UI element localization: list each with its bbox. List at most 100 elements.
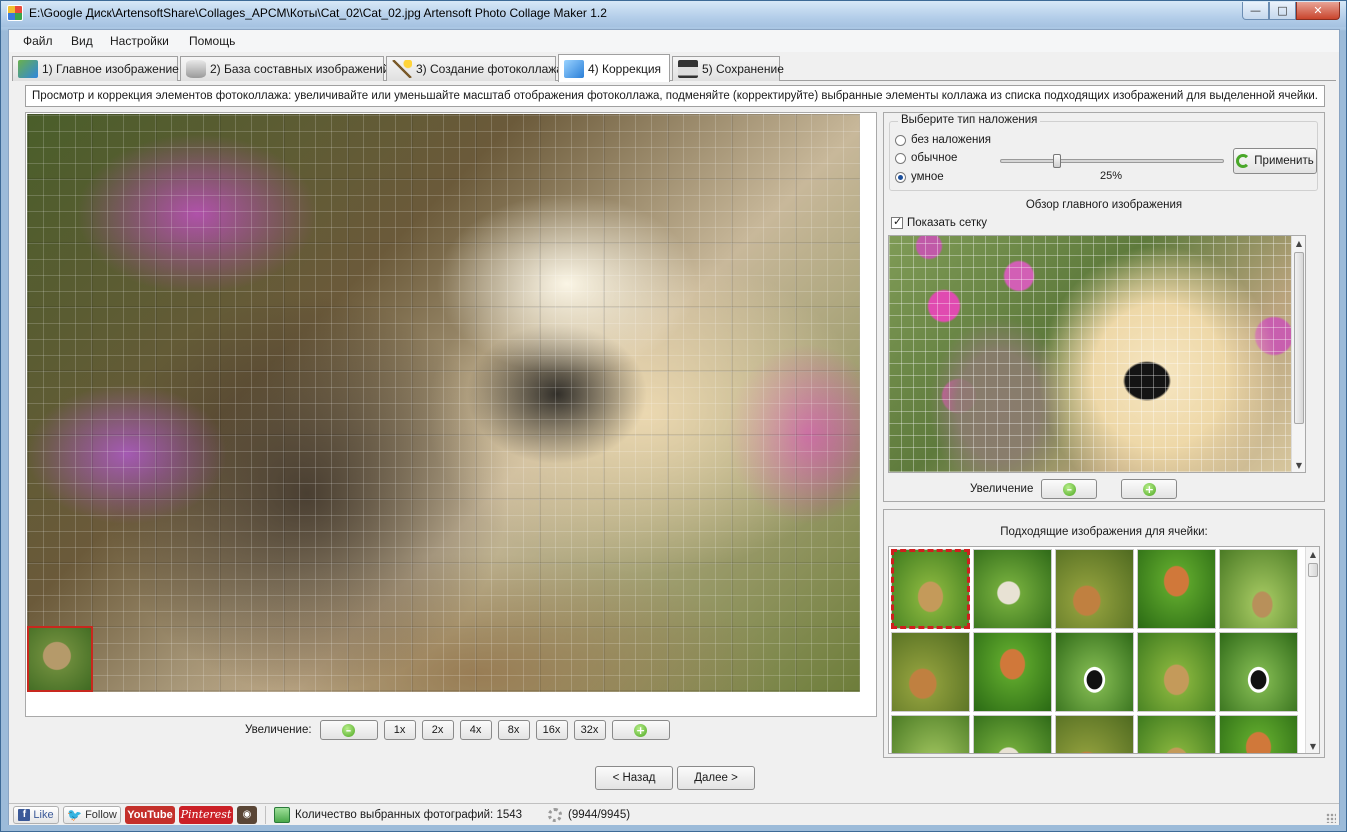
thumbnail[interactable]: [973, 549, 1052, 629]
apply-label: Применить: [1254, 155, 1314, 167]
maximize-button[interactable]: □: [1269, 2, 1296, 20]
plus-icon: +: [1142, 482, 1156, 496]
selected-collage-cell[interactable]: [27, 626, 93, 692]
instagram-icon[interactable]: ◉: [237, 805, 257, 824]
tab-create-collage[interactable]: 3) Создание фотоколлажа: [386, 56, 563, 81]
thumbnail[interactable]: [1137, 549, 1216, 629]
zoom-1x-button[interactable]: 1x: [383, 720, 416, 740]
overlay-and-overview-panel: Выберите тип наложения без наложения обы…: [883, 112, 1325, 502]
floppy-disk-icon: [678, 60, 698, 78]
wizard-navigation: < Назад Далее >: [595, 766, 755, 790]
matching-images-list[interactable]: ▲ ▼: [888, 546, 1320, 754]
app-logo-icon: [7, 5, 23, 21]
plus-icon: +: [634, 723, 648, 737]
tab-label: 2) База составных изображений: [210, 62, 390, 76]
close-button[interactable]: ✕: [1296, 2, 1340, 20]
radio-normal-overlay[interactable]: обычное: [895, 152, 957, 164]
collage-image[interactable]: [27, 114, 860, 692]
overview-zoom-out-button[interactable]: –: [1041, 479, 1098, 499]
thumbnail[interactable]: [1219, 715, 1298, 753]
scroll-down-icon[interactable]: ▼: [1306, 739, 1319, 753]
thumbnail[interactable]: [973, 632, 1052, 712]
matching-images-title: Подходящие изображения для ячейки:: [1000, 526, 1208, 538]
zoom-in-button[interactable]: +: [611, 720, 670, 740]
scroll-thumb[interactable]: [1308, 563, 1318, 577]
collage-view[interactable]: [25, 112, 877, 717]
matching-images-panel: Подходящие изображения для ячейки: ▲ ▼: [883, 509, 1325, 758]
tab-correction[interactable]: 4) Коррекция: [558, 54, 670, 82]
title-bar: E:\Google Диск\ArtensoftShare\Collages_A…: [1, 1, 1346, 27]
step-description: Просмотр и коррекция элементов фотоколла…: [25, 85, 1325, 107]
facebook-label: Like: [33, 808, 54, 821]
overview-zoom-label: Увеличение: [970, 483, 1034, 495]
zoom-2x-button[interactable]: 2x: [421, 720, 454, 740]
zoom-16x-button[interactable]: 16x: [535, 720, 568, 740]
thumbnail-grid: [891, 549, 1298, 753]
slider-thumb[interactable]: [1053, 154, 1061, 168]
zoom-32x-button[interactable]: 32x: [573, 720, 606, 740]
show-grid-checkbox[interactable]: Показать сетку: [891, 215, 988, 229]
database-icon: [186, 60, 206, 78]
menu-view[interactable]: Вид: [71, 34, 93, 48]
minus-icon: –: [1062, 482, 1076, 496]
thumbnail[interactable]: [1055, 632, 1134, 712]
radio-smart-overlay[interactable]: умное: [895, 171, 944, 183]
apply-button[interactable]: Применить: [1233, 148, 1317, 174]
resize-grip-icon[interactable]: [1326, 813, 1336, 823]
window-controls: — □ ✕: [1242, 2, 1340, 20]
show-grid-label: Показать сетку: [907, 217, 988, 229]
twitter-follow-button[interactable]: 🐦 Follow: [63, 805, 121, 824]
radio-label: умное: [911, 171, 944, 183]
facebook-like-button[interactable]: f Like: [13, 805, 59, 824]
tab-label: 5) Сохранение: [702, 62, 784, 76]
zoom-label: Увеличение:: [245, 724, 312, 736]
tab-label: 1) Главное изображение: [42, 62, 179, 76]
thumbnail[interactable]: [1137, 632, 1216, 712]
thumbnail[interactable]: [891, 632, 970, 712]
loading-spinner-icon: [548, 807, 563, 822]
thumbnail[interactable]: [1137, 715, 1216, 753]
photo-count-text: Количество выбранных фотографий: 1543: [295, 808, 523, 821]
thumbnail[interactable]: [973, 715, 1052, 753]
radio-label: без наложения: [911, 134, 992, 146]
main-image-preview[interactable]: ▲ ▼: [888, 235, 1306, 473]
overlay-slider[interactable]: [1000, 154, 1224, 168]
tab-save[interactable]: 5) Сохранение: [672, 56, 784, 81]
menu-bar: Файл Вид Настройки Помощь: [9, 30, 1339, 52]
back-button[interactable]: < Назад: [595, 766, 673, 790]
progress-text: (9944/9945): [568, 808, 631, 821]
menu-help[interactable]: Помощь: [189, 34, 235, 48]
radio-label: обычное: [911, 152, 958, 164]
tab-image-database[interactable]: 2) База составных изображений: [180, 56, 389, 81]
refresh-icon: [1236, 154, 1251, 168]
scroll-up-icon[interactable]: ▲: [1292, 236, 1305, 250]
zoom-out-button[interactable]: –: [319, 720, 378, 740]
radio-no-overlay[interactable]: без наложения: [895, 134, 991, 146]
scroll-thumb[interactable]: [1294, 252, 1304, 424]
menu-file[interactable]: Файл: [23, 34, 53, 48]
zoom-4x-button[interactable]: 4x: [459, 720, 492, 740]
overview-title: Обзор главного изображения: [1025, 199, 1183, 211]
minimize-button[interactable]: —: [1242, 2, 1269, 20]
thumbnail[interactable]: [891, 715, 970, 753]
thumbnail[interactable]: [1055, 715, 1134, 753]
scroll-down-icon[interactable]: ▼: [1292, 458, 1305, 472]
pinterest-button[interactable]: Pinterest: [179, 805, 233, 824]
thumbnail[interactable]: [1219, 632, 1298, 712]
thumbnail[interactable]: [1055, 549, 1134, 629]
overview-zoom-in-button[interactable]: +: [1121, 479, 1178, 499]
radio-selected-icon: [895, 171, 906, 183]
thumbnail[interactable]: [1219, 549, 1298, 629]
next-button[interactable]: Далее >: [677, 766, 755, 790]
wizard-tabs: 1) Главное изображение 2) База составных…: [12, 54, 1336, 82]
preview-scrollbar[interactable]: ▲ ▼: [1291, 236, 1305, 472]
twitter-icon: 🐦: [67, 807, 83, 822]
thumbnail-selected[interactable]: [891, 549, 970, 629]
scroll-up-icon[interactable]: ▲: [1306, 547, 1319, 561]
window-title: E:\Google Диск\ArtensoftShare\Collages_A…: [29, 6, 607, 20]
youtube-button[interactable]: YouTube: [125, 805, 175, 824]
tab-main-image[interactable]: 1) Главное изображение: [12, 56, 179, 81]
thumbnails-scrollbar[interactable]: ▲ ▼: [1305, 547, 1319, 753]
menu-settings[interactable]: Настройки: [110, 34, 169, 48]
zoom-8x-button[interactable]: 8x: [497, 720, 530, 740]
